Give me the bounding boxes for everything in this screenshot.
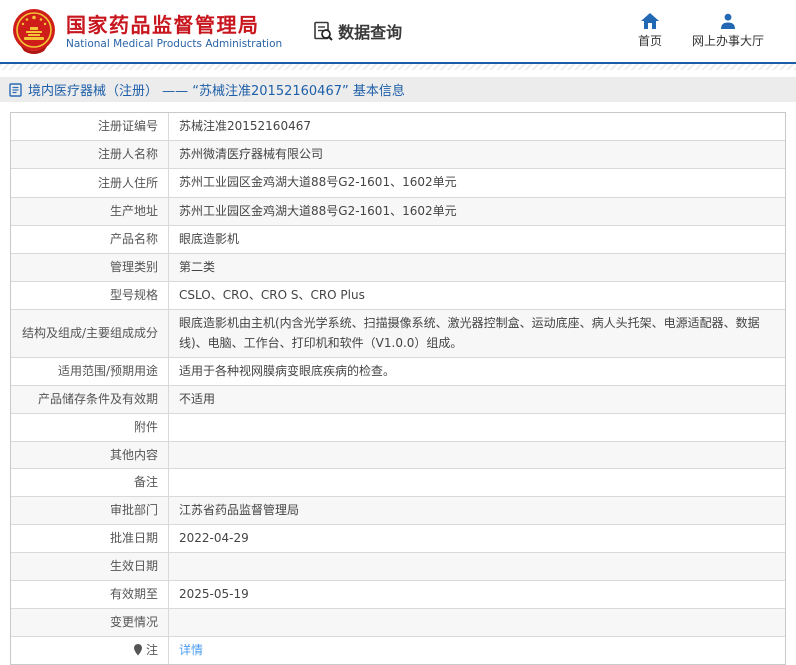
row-label: 审批部门: [11, 496, 169, 525]
data-query-menu[interactable]: 数据查询: [312, 19, 402, 43]
row-value: 2025-05-19: [179, 586, 249, 601]
table-row: 其他内容: [11, 441, 785, 470]
row-value: 江苏省药品监督管理局: [179, 502, 300, 517]
table-row: 注册证编号 苏械注准20152160467: [11, 113, 785, 142]
site-header: 国家药品监督管理局 National Medical Products Admi…: [0, 0, 796, 62]
row-value: [169, 469, 785, 496]
row-value: 详情: [169, 637, 785, 664]
row-value: 不适用: [179, 391, 216, 406]
row-label: 生产地址: [11, 197, 169, 225]
pin-icon: [133, 644, 142, 656]
nav-item-service-hall[interactable]: 网上办事大厅: [692, 13, 764, 49]
row-label: 结构及组成/主要组成成分: [11, 310, 169, 357]
row-value: [169, 442, 785, 469]
row-value: 苏械注准20152160467: [179, 119, 311, 133]
registration-info-table: 注册证编号 苏械注准20152160467 注册人名称 苏州微清医疗器械有限公司…: [10, 112, 786, 665]
table-row: 注 详情: [11, 636, 785, 664]
table-row: 产品储存条件及有效期 不适用: [11, 385, 785, 415]
top-nav: 首页 网上办事大厅: [638, 13, 786, 49]
table-row: 生效日期: [11, 553, 785, 581]
home-icon: [640, 13, 659, 29]
nmpa-emblem-logo[interactable]: [10, 7, 58, 55]
agency-title-block: 国家药品监督管理局 National Medical Products Admi…: [66, 13, 282, 50]
row-label: 附件: [11, 414, 169, 441]
document-icon: [9, 82, 22, 97]
header-hatch-band: [0, 64, 796, 70]
row-value: 适用于各种视网膜病变眼底疾病的检查。: [179, 363, 396, 378]
row-label: 产品储存条件及有效期: [11, 385, 169, 414]
table-row: 生产地址 苏州工业园区金鸡湖大道88号G2-1601、1602单元: [11, 197, 785, 226]
row-value: 第二类: [179, 259, 216, 274]
agency-name-en: National Medical Products Administration: [66, 37, 283, 50]
row-label: 注: [145, 642, 158, 657]
row-value: 苏州工业园区金鸡湖大道88号G2-1601、1602单元: [179, 203, 457, 218]
row-value: [169, 609, 785, 636]
table-row: 审批部门 江苏省药品监督管理局: [11, 496, 785, 526]
row-value: 眼底造影机由主机(内含光学系统、扫描摄像系统、激光器控制盒、运动底座、病人头托架…: [179, 316, 760, 350]
row-label: 注册人名称: [11, 141, 169, 169]
table-row: 管理类别 第二类: [11, 253, 785, 283]
nav-service-hall-label: 网上办事大厅: [691, 34, 764, 48]
nav-home-label: 首页: [637, 34, 662, 48]
agency-name-cn: 国家药品监督管理局: [66, 12, 260, 37]
row-label: 其他内容: [11, 441, 169, 469]
table-row: 注册人住所 苏州工业园区金鸡湖大道88号G2-1601、1602单元: [11, 169, 785, 198]
document-search-icon: [314, 21, 333, 41]
row-value: 苏州工业园区金鸡湖大道88号G2-1601、1602单元: [179, 175, 457, 190]
row-label-note: 注: [11, 636, 169, 664]
table-row: 注册人名称 苏州微清医疗器械有限公司: [11, 141, 785, 170]
row-value: [169, 414, 785, 441]
table-row: 变更情况: [11, 609, 785, 637]
row-label: 型号规格: [11, 282, 169, 310]
row-value: 2022-04-29: [179, 531, 249, 546]
row-value: 苏州微清医疗器械有限公司: [179, 147, 324, 162]
row-label: 批准日期: [11, 525, 169, 553]
table-row: 结构及组成/主要组成成分 眼底造影机由主机(内含光学系统、扫描摄像系统、激光器控…: [11, 310, 785, 358]
table-row: 产品名称 眼底造影机: [11, 225, 785, 254]
table-row: 备注: [11, 469, 785, 497]
row-label: 适用范围/预期用途: [11, 357, 169, 385]
row-label: 有效期至: [11, 580, 169, 608]
row-label: 生效日期: [11, 553, 169, 580]
row-value: CSLO、CRO、CRO S、CRO Plus: [179, 288, 365, 303]
row-value: [169, 553, 785, 580]
user-icon: [720, 13, 735, 29]
row-label: 注册人住所: [11, 169, 169, 197]
table-row: 型号规格 CSLO、CRO、CRO S、CRO Plus: [11, 282, 785, 311]
row-label: 产品名称: [11, 225, 169, 253]
table-row: 有效期至 2025-05-19: [11, 580, 785, 609]
breadcrumb-text: 境内医疗器械（注册） —— “苏械注准20152160467” 基本信息: [28, 84, 405, 99]
note-details-link[interactable]: 详情: [179, 641, 203, 660]
row-label: 变更情况: [11, 609, 169, 636]
row-label: 管理类别: [11, 253, 169, 282]
table-row: 适用范围/预期用途 适用于各种视网膜病变眼底疾病的检查。: [11, 357, 785, 386]
table-row: 批准日期 2022-04-29: [11, 525, 785, 554]
data-query-label: 数据查询: [338, 23, 403, 42]
row-label: 注册证编号: [11, 113, 169, 141]
row-value: 眼底造影机: [179, 231, 240, 246]
nav-item-home[interactable]: 首页: [638, 13, 662, 49]
table-row: 附件: [11, 414, 785, 442]
breadcrumb: 境内医疗器械（注册） —— “苏械注准20152160467” 基本信息: [0, 77, 796, 102]
row-label: 备注: [11, 469, 169, 496]
